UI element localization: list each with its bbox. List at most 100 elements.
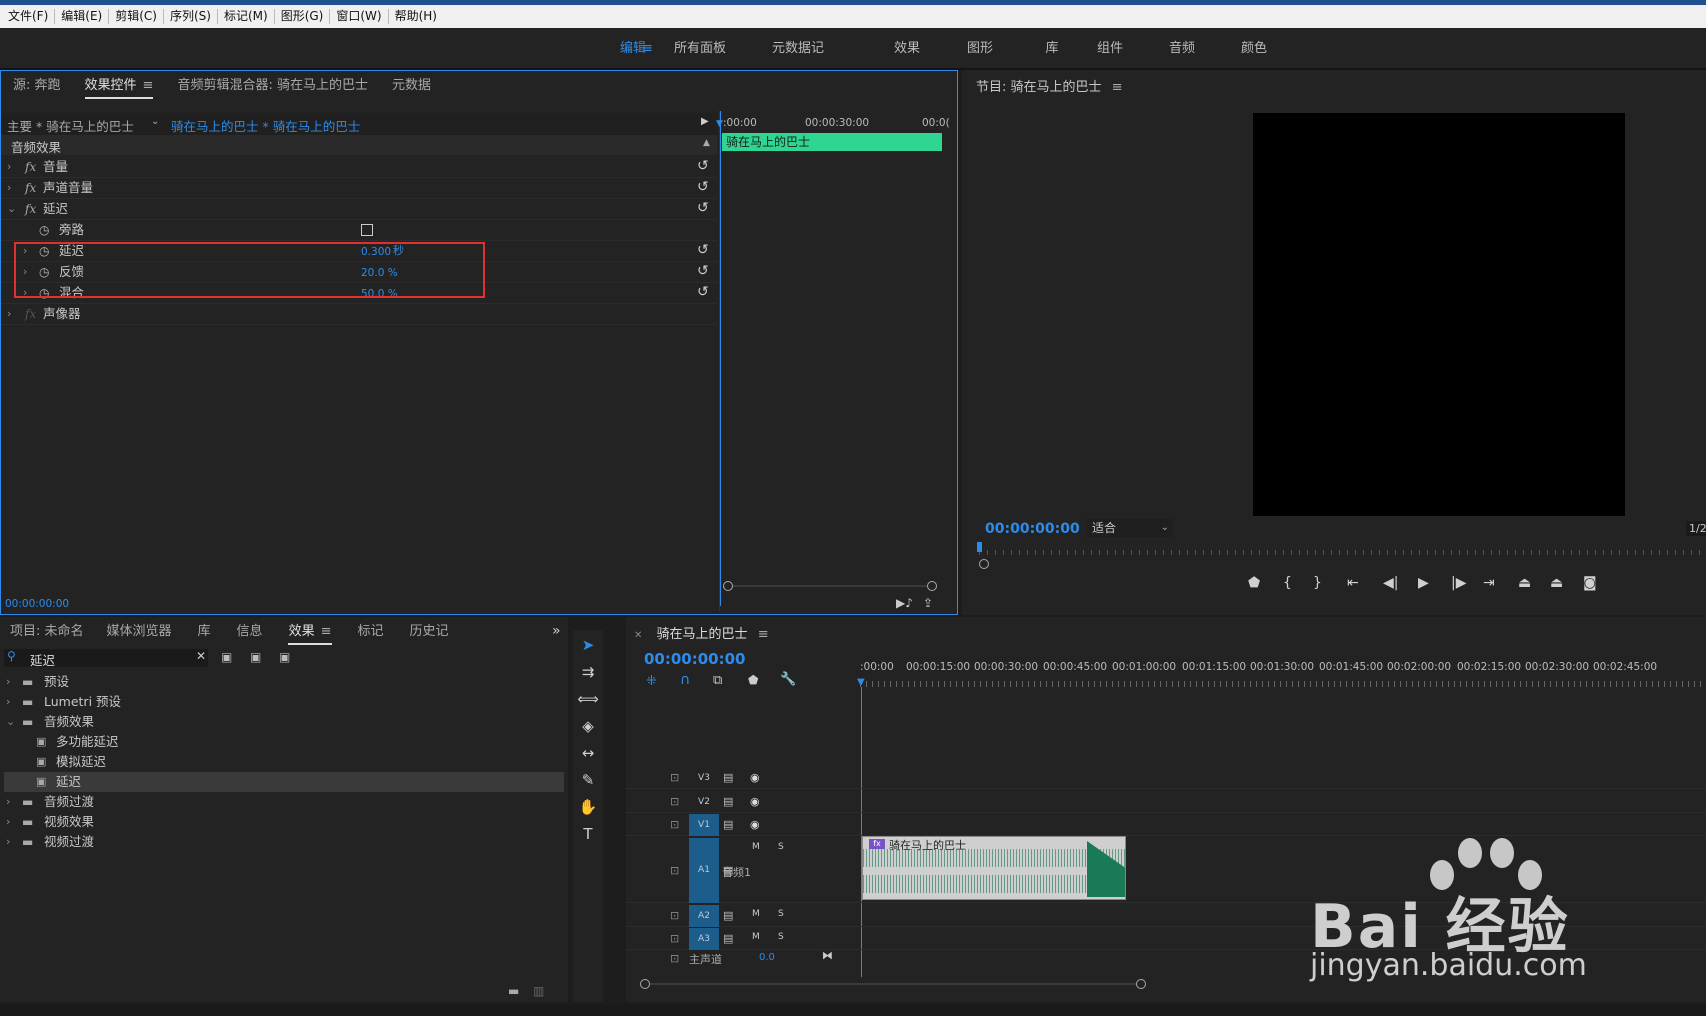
solo-button[interactable]: S xyxy=(778,932,784,942)
tree-item[interactable]: › ▬ 视频过渡 xyxy=(4,832,564,852)
tree-item[interactable]: ⌄ ▬ 音频效果 xyxy=(4,712,564,732)
wrench-icon[interactable]: 🔧 xyxy=(780,672,796,687)
scroll-handle-right[interactable] xyxy=(927,581,937,591)
linked-selection-icon[interactable]: ∩ xyxy=(680,672,690,688)
menu-item[interactable]: 序列(S) xyxy=(164,9,218,24)
clear-icon[interactable]: ✕ xyxy=(196,649,206,663)
chevron-down-icon[interactable]: ⌄ xyxy=(6,712,15,732)
chevron-down-icon[interactable]: ⌄ xyxy=(151,116,159,127)
mini-scrollbar-track[interactable] xyxy=(723,581,937,591)
tab[interactable]: 效果控件 ≡ xyxy=(73,71,166,103)
yuv-effects-icon[interactable]: ▣ xyxy=(279,650,290,664)
mark-out-icon[interactable]: } xyxy=(1313,575,1322,591)
fit-dropdown[interactable]: 适合 ⌄ xyxy=(1086,519,1173,537)
eye-icon[interactable]: ◉ xyxy=(750,818,760,831)
step-back-icon[interactable]: ◀| xyxy=(1383,575,1398,591)
tab[interactable]: 效果 ≡ xyxy=(276,617,345,649)
chevron-right-icon[interactable]: › xyxy=(6,792,10,812)
selection-tool-icon[interactable]: ➤ xyxy=(573,636,603,654)
extract-icon[interactable]: ⏏ xyxy=(1550,575,1563,591)
accelerated-effects-icon[interactable]: ▣ xyxy=(221,650,232,664)
search-input[interactable]: 延迟 xyxy=(30,650,55,669)
sync-lock-icon[interactable]: ▤ xyxy=(723,795,733,808)
mini-playhead-head[interactable]: ▼ xyxy=(716,119,723,129)
lock-icon[interactable]: ⊡ xyxy=(670,909,679,922)
workspace-tab[interactable]: 所有面板 xyxy=(670,28,730,70)
stopwatch-icon[interactable]: ◷ xyxy=(39,220,49,240)
workspace-tab[interactable]: 颜色 xyxy=(1224,28,1284,70)
export-icon[interactable]: ⇪ xyxy=(923,596,933,610)
chevron-right-icon[interactable]: › xyxy=(6,832,10,852)
track-target[interactable]: A2 xyxy=(689,905,719,927)
menu-item[interactable]: 标记(M) xyxy=(218,9,275,24)
tree-item[interactable]: ▣ 模拟延迟 xyxy=(4,752,564,772)
marker-icon[interactable]: ⬟ xyxy=(1248,575,1260,591)
program-scrubber[interactable] xyxy=(977,542,1706,556)
audio-clip[interactable]: fx 骑在马上的巴士 xyxy=(862,836,1126,900)
tab[interactable]: 库 xyxy=(185,617,224,649)
mini-playhead[interactable] xyxy=(720,111,721,606)
workspace-tab[interactable]: 组件 xyxy=(1080,28,1140,70)
razor-tool-icon[interactable]: ◈ xyxy=(573,717,603,735)
solo-button[interactable]: S xyxy=(778,842,784,852)
tree-item[interactable]: › ▬ 视频效果 xyxy=(4,812,564,832)
chevron-right-icon[interactable]: › xyxy=(7,157,11,177)
snap-icon[interactable]: ⁜ xyxy=(646,674,657,689)
sync-lock-icon[interactable]: ▤ xyxy=(723,771,733,784)
play-only-icon[interactable]: ▶ xyxy=(701,116,709,127)
track-target[interactable]: A3 xyxy=(689,928,719,950)
mini-clip[interactable]: 骑在马上的巴士 xyxy=(722,133,942,151)
tab[interactable]: 源: 奔跑 xyxy=(1,71,73,103)
eye-icon[interactable]: ◉ xyxy=(750,771,760,784)
chevron-right-icon[interactable]: › xyxy=(7,304,11,324)
chevron-right-icon[interactable]: › xyxy=(6,812,10,832)
master-value[interactable]: 0.0 xyxy=(759,952,775,963)
tab[interactable]: 历史记 xyxy=(397,617,462,649)
chevron-right-icon[interactable]: › xyxy=(6,692,10,712)
workspace-tab[interactable]: 编辑 xyxy=(598,28,668,70)
delete-icon[interactable]: ▥ xyxy=(533,984,544,998)
chevron-right-icon[interactable]: › xyxy=(7,178,11,198)
scroll-handle-left[interactable] xyxy=(723,581,733,591)
scroll-handle-left[interactable] xyxy=(640,979,650,989)
eye-icon[interactable]: ◉ xyxy=(750,795,760,808)
step-forward-icon[interactable]: |▶ xyxy=(1451,575,1466,591)
program-playhead[interactable] xyxy=(977,542,982,552)
track-target[interactable]: V3 xyxy=(689,767,719,789)
play-audio-icon[interactable]: ▶♪ xyxy=(896,596,913,610)
menu-item[interactable]: 帮助(H) xyxy=(389,9,443,24)
menu-icon[interactable]: ≡ xyxy=(642,28,653,70)
pen-tool-icon[interactable]: ✎ xyxy=(573,771,603,789)
lock-icon[interactable]: ⊡ xyxy=(670,795,679,808)
clip-label[interactable]: 骑在马上的巴士 * 骑在马上的巴士 xyxy=(171,116,360,135)
go-to-out-icon[interactable]: ⇥ xyxy=(1483,575,1495,591)
mark-in-icon[interactable]: { xyxy=(1283,575,1292,591)
lock-icon[interactable]: ⊡ xyxy=(670,952,679,965)
new-bin-icon[interactable]: ▬ xyxy=(508,984,519,998)
lock-icon[interactable]: ⊡ xyxy=(670,818,679,831)
tab[interactable]: 信息 xyxy=(224,617,276,649)
tab[interactable]: 标记 xyxy=(344,617,396,649)
tree-item[interactable]: ▣ 延迟 xyxy=(4,772,564,792)
menu-item[interactable]: 编辑(E) xyxy=(55,9,110,24)
chevron-down-icon[interactable]: ⌄ xyxy=(7,199,16,219)
tree-item[interactable]: ▣ 多功能延迟 xyxy=(4,732,564,752)
track-target[interactable]: V2 xyxy=(689,791,719,813)
lock-icon[interactable]: ⊡ xyxy=(670,864,679,877)
menu-icon[interactable]: ≡ xyxy=(321,624,332,639)
track-target[interactable]: V1 xyxy=(689,814,719,836)
reset-icon[interactable]: ↺ xyxy=(697,158,709,174)
go-to-in-icon[interactable]: ⇤ xyxy=(1347,575,1359,591)
bypass-checkbox[interactable] xyxy=(361,224,373,236)
32-bit-effects-icon[interactable]: ▣ xyxy=(250,650,261,664)
reset-icon[interactable]: ↺ xyxy=(697,179,709,195)
effect-row[interactable]: › fx 声像器 xyxy=(5,304,717,324)
resolution-fraction[interactable]: 1/2 xyxy=(1686,521,1706,536)
workspace-tab[interactable]: 元数据记录 xyxy=(768,28,828,98)
play-icon[interactable]: ▶ xyxy=(1418,575,1429,591)
effect-row[interactable]: › fx 音量 xyxy=(5,157,717,177)
collapse-up-icon[interactable]: ▲ xyxy=(703,138,710,148)
workspace-tab[interactable]: 音频 xyxy=(1152,28,1212,70)
more-tabs-icon[interactable]: » xyxy=(552,623,561,639)
tab[interactable]: 媒体浏览器 xyxy=(94,617,185,649)
